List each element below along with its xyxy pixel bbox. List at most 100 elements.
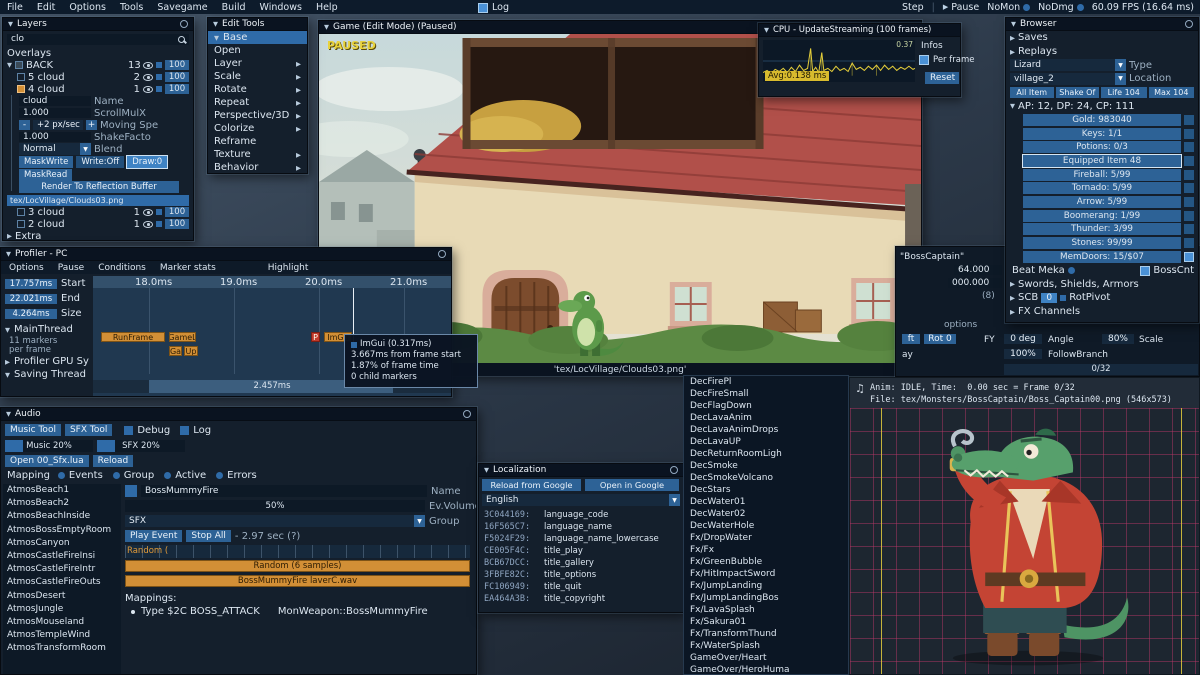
play-pct-field[interactable]: 100% xyxy=(1004,349,1042,359)
fx-file-item[interactable]: DecSmoke xyxy=(684,460,848,472)
fx-file-item[interactable]: DecStars xyxy=(684,484,848,496)
stat-handle-icon[interactable] xyxy=(1184,169,1194,180)
fx-file-item[interactable]: DecWater01 xyxy=(684,496,848,508)
menu-item[interactable]: Edit xyxy=(30,0,62,14)
radio-icon[interactable] xyxy=(1067,267,1075,275)
stat-handle-icon[interactable] xyxy=(1184,238,1194,249)
layer-opacity-field[interactable]: 100 xyxy=(165,60,189,70)
location-combo[interactable]: village_2 ▼ xyxy=(1010,72,1126,85)
beat-meka-row[interactable]: Beat Meka BossCnt xyxy=(1006,264,1198,278)
audio-event-item[interactable]: AtmosCastleFireInsi xyxy=(3,550,121,563)
maskwrite-button[interactable]: MaskWrite xyxy=(19,156,74,168)
play-event-button[interactable]: Play Event xyxy=(125,530,183,542)
layer-opacity-field[interactable]: 100 xyxy=(165,84,189,94)
audio-event-item[interactable]: AtmosTransformRoom xyxy=(3,642,121,655)
fx-file-item[interactable]: DecLavaUP xyxy=(684,436,848,448)
swords-tree-node[interactable]: ▶ Swords, Shields, Armors xyxy=(1006,277,1198,291)
close-button[interactable] xyxy=(463,410,471,418)
profiler-titlebar[interactable]: ▼ Profiler - PC xyxy=(1,248,451,261)
collapse-arrow-icon[interactable]: ▼ xyxy=(324,23,329,31)
type-combo[interactable]: Lizard ▼ xyxy=(1010,59,1126,72)
localization-row[interactable]: 3FBFE82C: title_options xyxy=(479,569,683,581)
menu-item[interactable]: Tools xyxy=(113,0,150,14)
fx-file-item[interactable]: GameOver/Heart xyxy=(684,652,848,664)
browser-stat-row[interactable]: Thunder: 3/99 xyxy=(1006,223,1198,237)
edit-tools-item[interactable]: Rotate ▶ xyxy=(208,83,307,96)
step-button[interactable]: Step xyxy=(902,2,924,13)
log-checkbox[interactable]: Log xyxy=(478,2,509,13)
stats-header-node[interactable]: ▼ AP: 12, DP: 24, CP: 111 xyxy=(1006,99,1198,113)
visibility-eye-icon[interactable] xyxy=(143,73,153,81)
stat-handle-icon[interactable] xyxy=(1184,183,1194,194)
fx-file-item[interactable]: Fx/LavaSplash xyxy=(684,604,848,616)
boss-value-field[interactable]: 64.000 xyxy=(954,265,1002,275)
browser-stat-row[interactable]: Fireball: 5/99 xyxy=(1006,168,1198,182)
collapse-arrow-icon[interactable]: ▼ xyxy=(764,26,769,34)
edit-tools-item[interactable]: Scale ▶ xyxy=(208,70,307,83)
fx-file-item[interactable]: Fx/TransformThund xyxy=(684,628,848,640)
marker-bar-runframe[interactable]: RunFrame xyxy=(101,332,165,342)
sfx-tool-button[interactable]: SFX Tool xyxy=(64,424,113,436)
rot-button[interactable]: Rot 0 xyxy=(924,334,956,344)
profiler-menu-item[interactable]: Conditions xyxy=(98,263,146,273)
layers-titlebar[interactable]: ▼ Layers xyxy=(3,18,193,31)
profiler-menu-item[interactable]: Pause xyxy=(58,263,84,273)
localization-row[interactable]: F5024F29: language_name_lowercase xyxy=(479,533,683,545)
browser-stat-row[interactable]: Boomerang: 1/99 xyxy=(1006,209,1198,223)
menu-item[interactable]: Options xyxy=(62,0,113,14)
gpu-node[interactable]: ▶ Profiler GPU Sy xyxy=(5,356,89,367)
fx-channels-tree-node[interactable]: ▶ FX Channels xyxy=(1006,305,1198,319)
visibility-eye-icon[interactable] xyxy=(143,220,153,228)
collapse-arrow-icon[interactable]: ▼ xyxy=(213,20,218,28)
all-item-button[interactable]: All Item xyxy=(1010,87,1054,99)
browser-titlebar[interactable]: ▼ Browser xyxy=(1006,18,1198,31)
stat-handle-icon[interactable] xyxy=(1184,128,1194,139)
fx-file-item[interactable]: DecWaterHole xyxy=(684,520,848,532)
collapse-arrow-icon[interactable]: ▼ xyxy=(8,20,13,28)
layer-row[interactable]: 5 cloud 2 100 xyxy=(15,71,191,83)
edit-tools-item[interactable]: Repeat ▶ xyxy=(208,96,307,109)
menu-item[interactable]: Build xyxy=(215,0,253,14)
audio-radio[interactable]: Errors xyxy=(216,470,257,481)
saves-tree-node[interactable]: ▶ Saves xyxy=(1006,31,1198,45)
fx-file-item[interactable]: Fx/DropWater xyxy=(684,532,848,544)
layer-row-selected[interactable]: 4 cloud 1 100 xyxy=(15,83,191,95)
browser-stat-row[interactable]: Arrow: 5/99 xyxy=(1006,195,1198,209)
nodmg-toggle[interactable]: NoDmg xyxy=(1038,2,1084,13)
browser-stat-row[interactable]: Keys: 1/1 xyxy=(1006,127,1198,141)
stat-handle-icon[interactable] xyxy=(1184,142,1194,153)
filter-icon-button[interactable] xyxy=(125,485,137,497)
cpu-reset-button[interactable]: Reset xyxy=(925,72,959,84)
localization-row[interactable]: 16F565C7: language_name xyxy=(479,521,683,533)
start-value-field[interactable]: 17.757ms xyxy=(5,278,57,289)
layer-texture-row[interactable]: tex/LocVillage/Clouds03.png xyxy=(5,194,191,206)
browser-stat-row[interactable]: Equipped Item 48 xyxy=(1006,154,1198,169)
fx-file-item[interactable]: Fx/JumpLanding xyxy=(684,580,848,592)
profiler-menu-item[interactable]: Marker stats xyxy=(160,263,216,273)
fx-file-item[interactable]: DecLavaAnimDrops xyxy=(684,424,848,436)
browser-stat-row[interactable]: Stones: 99/99 xyxy=(1006,236,1198,250)
open-sfx-lua-button[interactable]: Open 00_Sfx.lua xyxy=(5,455,89,467)
menu-item[interactable]: File xyxy=(0,0,30,14)
edit-tools-item[interactable]: Layer ▶ xyxy=(208,57,307,70)
audio-radio[interactable]: Group xyxy=(112,470,154,481)
mainthread-node[interactable]: ▼ MainThread xyxy=(5,324,73,335)
fx-file-item[interactable]: DecWater02 xyxy=(684,508,848,520)
music-tool-button[interactable]: Music Tool xyxy=(5,424,61,436)
fx-file-item[interactable]: DecLavaAnim xyxy=(684,412,848,424)
fx-file-item[interactable]: DecFireSmall xyxy=(684,388,848,400)
audio-event-item[interactable]: AtmosCanyon xyxy=(3,537,121,550)
draw-button[interactable]: Draw:0 xyxy=(126,155,169,169)
localization-row[interactable]: EA464A3B: title_copyright xyxy=(479,593,683,605)
edit-tools-item[interactable]: Texture ▶ xyxy=(208,148,307,161)
replays-tree-node[interactable]: ▶ Replays xyxy=(1006,45,1198,59)
marker-bar-ga[interactable]: Ga xyxy=(169,346,182,356)
menu-item[interactable]: Windows xyxy=(253,0,309,14)
audio-titlebar[interactable]: ▼ Audio xyxy=(1,408,476,421)
debug-checkbox[interactable]: Debug xyxy=(124,425,170,436)
audio-event-item[interactable]: AtmosJungle xyxy=(3,603,121,616)
fx-file-item[interactable]: Fx/HitImpactSword xyxy=(684,568,848,580)
marker-bar-gamel[interactable]: GameL xyxy=(169,332,196,342)
music-volume-slider[interactable]: Music 20% xyxy=(5,440,93,452)
collapse-arrow-icon[interactable]: ▼ xyxy=(1011,20,1016,28)
